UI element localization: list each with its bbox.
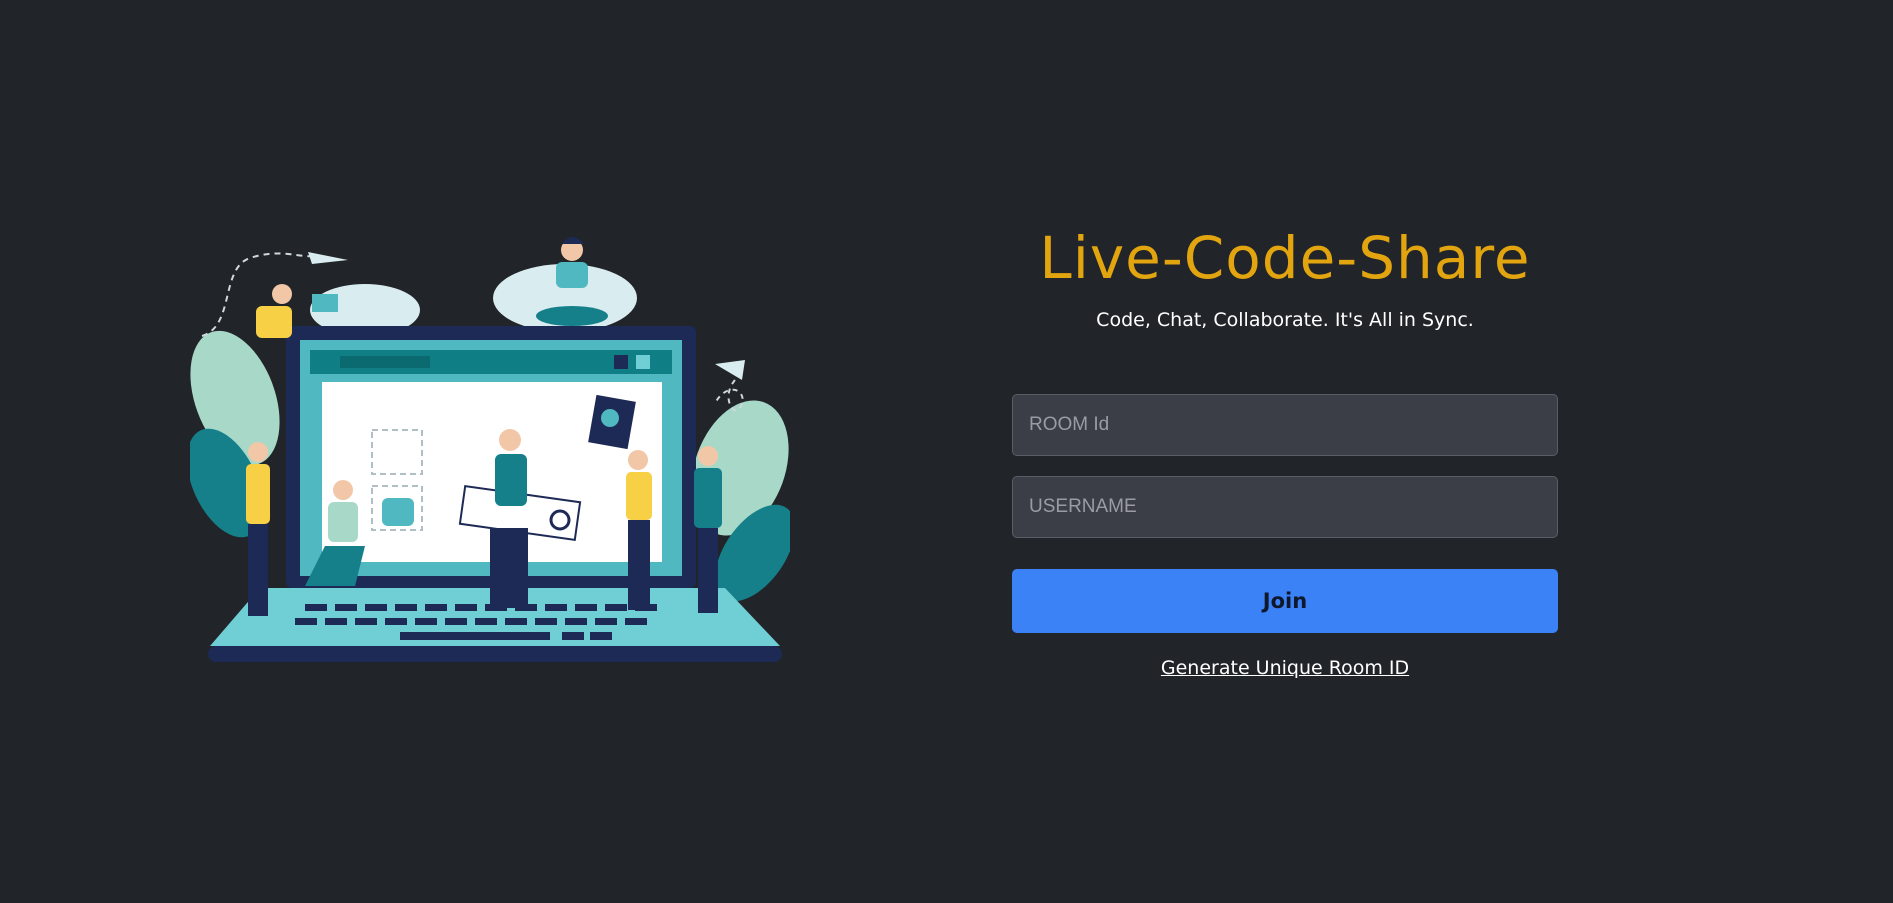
tagline: Code, Chat, Collaborate. It's All in Syn… <box>1096 309 1474 331</box>
avatar-icon <box>601 409 619 427</box>
person-right-yellow <box>626 450 652 610</box>
app-title: Live-Code-Share <box>1039 224 1531 292</box>
join-page: Live-Code-Share Code, Chat, Collaborate.… <box>0 0 1893 903</box>
window-button <box>614 355 628 369</box>
person-right-green <box>694 446 722 613</box>
paper-plane-icon <box>308 252 348 264</box>
team-collaboration-illustration <box>190 237 790 662</box>
room-id-input[interactable] <box>1012 394 1558 456</box>
username-input[interactable] <box>1012 476 1558 538</box>
address-bar <box>340 356 430 368</box>
generate-room-id-link[interactable]: Generate Unique Room ID <box>1012 657 1558 679</box>
window-button <box>636 355 650 369</box>
image-block <box>382 498 414 526</box>
join-panel: Live-Code-Share Code, Chat, Collaborate.… <box>1012 220 1558 679</box>
paper-plane-icon <box>715 360 745 380</box>
person-left-standing <box>246 442 270 616</box>
join-button[interactable]: Join <box>1012 569 1558 633</box>
laptop-edge <box>208 646 782 662</box>
